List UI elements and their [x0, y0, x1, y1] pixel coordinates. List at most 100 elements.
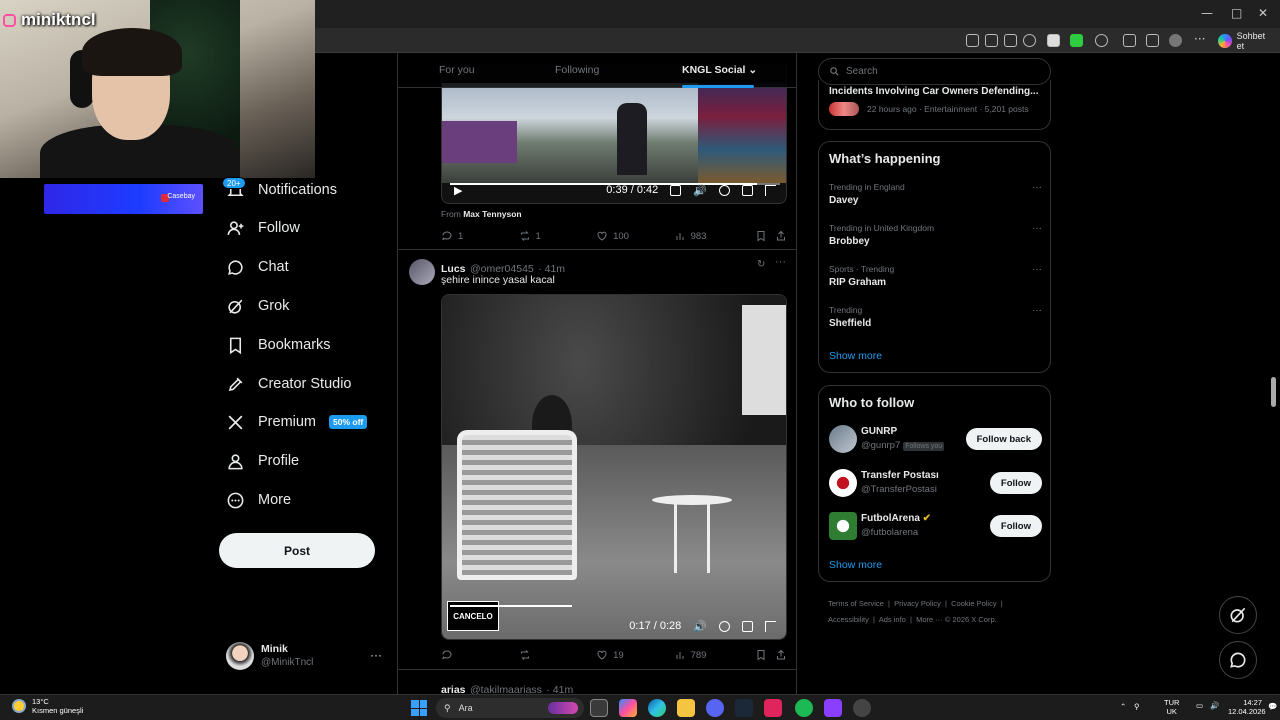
- follow-suggestion[interactable]: Transfer Postası @TransferPostasi Follow: [829, 469, 1042, 499]
- task-view-icon[interactable]: [590, 699, 608, 717]
- copilot-icon[interactable]: [619, 699, 637, 717]
- page-scrollbar[interactable]: [1271, 377, 1276, 407]
- spotify-icon[interactable]: [795, 699, 813, 717]
- footer-link[interactable]: Terms of Service: [828, 599, 884, 608]
- tweet3-timestamp[interactable]: · 41m: [546, 684, 573, 694]
- volume-icon[interactable]: 🔊: [1210, 701, 1219, 710]
- pip-icon[interactable]: [742, 620, 753, 632]
- tab-for-you[interactable]: For you: [439, 64, 475, 76]
- footer-link[interactable]: Ads info: [879, 615, 906, 624]
- edge-browser-icon[interactable]: [648, 699, 666, 717]
- tweet2-more-icon[interactable]: ···: [775, 256, 786, 268]
- post-button[interactable]: Post: [219, 533, 375, 568]
- nav-premium[interactable]: Premium 50% off: [226, 408, 368, 436]
- repost-button[interactable]: 1: [519, 230, 597, 242]
- obs-record-icon[interactable]: [764, 699, 782, 717]
- footer-link[interactable]: Cookie Policy: [951, 599, 996, 608]
- split-screen-icon[interactable]: [1123, 34, 1136, 47]
- volume-icon[interactable]: 🔊: [693, 620, 707, 633]
- trend-more-icon[interactable]: ···: [1032, 182, 1042, 193]
- trend-item[interactable]: Trending in United Kingdom Brobbey ···: [829, 223, 1042, 247]
- collections-icon[interactable]: [1146, 34, 1159, 47]
- extension-shield-icon[interactable]: [1047, 34, 1060, 47]
- network-icon[interactable]: ⚲: [1134, 702, 1140, 711]
- volume-icon[interactable]: 🔊: [693, 184, 707, 197]
- tweet2-avatar[interactable]: [409, 259, 435, 285]
- footer-link[interactable]: Accessibility: [828, 615, 869, 624]
- nav-more[interactable]: More: [226, 486, 291, 514]
- nav-profile[interactable]: Profile: [226, 447, 299, 475]
- reply-button[interactable]: [441, 649, 519, 661]
- trend-more-icon[interactable]: ···: [1032, 305, 1042, 316]
- trend-item[interactable]: Trending Sheffield ···: [829, 305, 1042, 329]
- maximize-icon[interactable]: □: [1231, 6, 1242, 20]
- share-button[interactable]: [775, 649, 787, 661]
- tweet3-author-handle[interactable]: @takilmaariass: [470, 684, 542, 694]
- windows-start-icon[interactable]: [411, 700, 427, 716]
- settings-icon[interactable]: [853, 699, 871, 717]
- like-button[interactable]: 19: [596, 649, 674, 661]
- clock[interactable]: 14:27 12.04.2026: [1228, 698, 1266, 716]
- follow-suggestion[interactable]: FutbolArena ✔ @futbolarena Follow: [829, 512, 1042, 542]
- file-explorer-icon[interactable]: [677, 699, 695, 717]
- account-more-icon[interactable]: ···: [370, 648, 382, 662]
- tab-kngl-social[interactable]: KNGL Social ⌄: [682, 64, 757, 76]
- trend-item[interactable]: Sports · Trending RIP Graham ···: [829, 264, 1042, 288]
- trends-show-more-link[interactable]: Show more: [829, 350, 882, 362]
- views-button[interactable]: 983: [674, 230, 756, 242]
- grok-fab[interactable]: [1219, 596, 1257, 634]
- like-button[interactable]: 100: [596, 230, 674, 242]
- follow-suggestion[interactable]: GUNRP @gunrp7 Follows you Follow back: [829, 425, 1042, 455]
- bookmark-button[interactable]: [755, 649, 775, 661]
- reply-button[interactable]: 1: [441, 230, 519, 242]
- bookmark-button[interactable]: [755, 230, 775, 242]
- extensions-icon[interactable]: [1095, 34, 1108, 47]
- browser-menu-icon[interactable]: ···: [1194, 32, 1205, 46]
- taskbar-search-input[interactable]: ⚲ Ara: [436, 698, 584, 718]
- language-indicator[interactable]: TUR UK: [1164, 698, 1179, 716]
- trend-more-icon[interactable]: ···: [1032, 223, 1042, 234]
- trend-item[interactable]: Trending in England Davey ···: [829, 182, 1042, 206]
- settings-icon[interactable]: [719, 184, 730, 196]
- trend-more-icon[interactable]: ···: [1032, 264, 1042, 275]
- share-button[interactable]: [775, 230, 787, 242]
- steam-icon[interactable]: [735, 699, 753, 717]
- nav-follow[interactable]: Follow: [226, 214, 300, 242]
- display-icon[interactable]: ▭: [1196, 701, 1203, 710]
- minimize-icon[interactable]: —: [1201, 6, 1213, 20]
- translate-icon[interactable]: [985, 34, 998, 47]
- profile-avatar-icon[interactable]: [1169, 34, 1182, 47]
- tab-following[interactable]: Following: [555, 64, 599, 76]
- chat-fab[interactable]: [1219, 641, 1257, 679]
- tweet3-author-name[interactable]: arias: [441, 684, 466, 694]
- tweet1-source-name[interactable]: Max Tennyson: [463, 209, 521, 219]
- captions-icon[interactable]: [670, 184, 682, 196]
- settings-icon[interactable]: [719, 620, 730, 632]
- nav-grok[interactable]: Grok: [226, 292, 289, 320]
- follow-back-button[interactable]: Follow back: [965, 428, 1042, 450]
- weather-widget[interactable]: 13°C Kısmen güneşli: [12, 697, 83, 715]
- tray-overflow-icon[interactable]: ⌃: [1120, 702, 1126, 711]
- discord-icon[interactable]: [706, 699, 724, 717]
- fullscreen-icon[interactable]: [765, 184, 776, 196]
- follow-button[interactable]: Follow: [989, 472, 1042, 494]
- app-icon[interactable]: [824, 699, 842, 717]
- play-icon[interactable]: ▶: [454, 184, 462, 197]
- copilot-chat-button[interactable]: Sohbet et: [1214, 31, 1280, 51]
- app-available-icon[interactable]: [966, 34, 979, 47]
- grok-explain-icon[interactable]: ↻: [757, 259, 765, 270]
- trend-card-top[interactable]: Incidents Involving Car Owners Defending…: [818, 80, 1051, 130]
- tweet2-video-progress[interactable]: [450, 605, 650, 607]
- fullscreen-icon[interactable]: [765, 620, 776, 632]
- favorite-star-icon[interactable]: [1023, 34, 1036, 47]
- read-aloud-icon[interactable]: [1004, 34, 1017, 47]
- extension-battery-icon[interactable]: [1070, 34, 1083, 47]
- close-icon[interactable]: ✕: [1258, 6, 1268, 20]
- nav-creator-studio[interactable]: Creator Studio: [226, 370, 352, 398]
- nav-chat[interactable]: Chat: [226, 253, 289, 281]
- footer-link[interactable]: More ···: [916, 615, 943, 624]
- follow-show-more-link[interactable]: Show more: [829, 559, 882, 571]
- account-switcher[interactable]: Minik @MinikTncl ···: [226, 640, 386, 676]
- tweet2-video[interactable]: CANCELO 0:17 / 0:28 🔊: [441, 294, 787, 640]
- notifications-icon[interactable]: 💬: [1268, 702, 1277, 711]
